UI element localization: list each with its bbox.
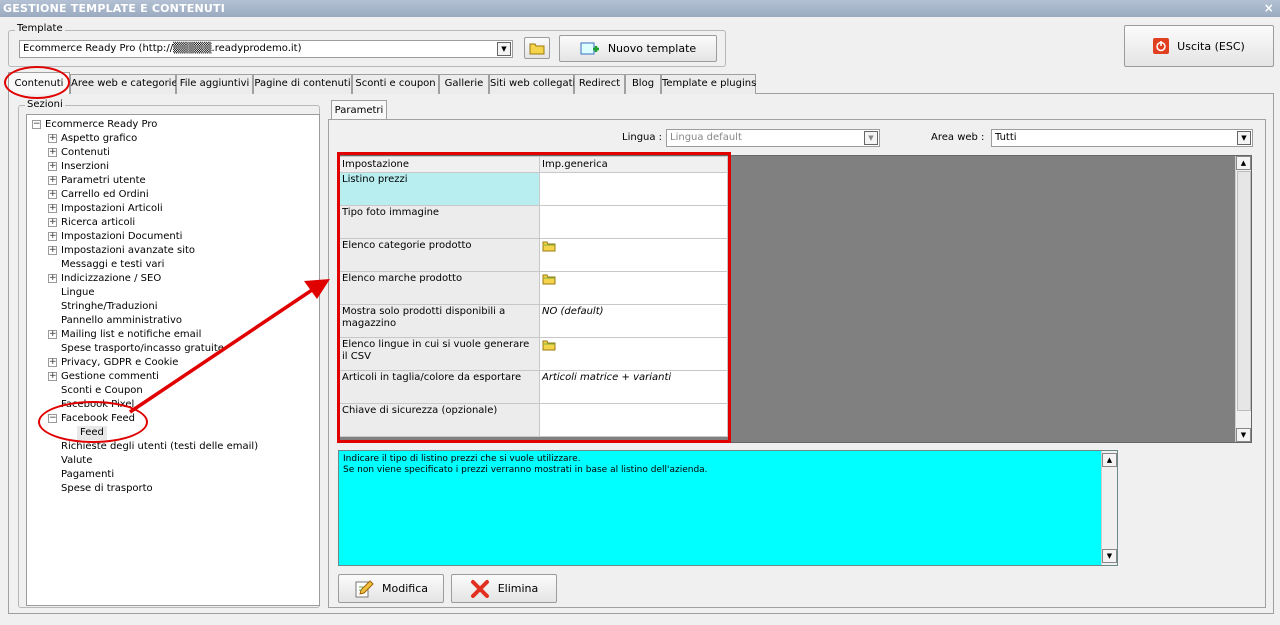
window-titlebar: GESTIONE TEMPLATE E CONTENUTI × [0, 0, 1280, 17]
expand-icon[interactable]: + [48, 190, 57, 199]
template-group-label: Template [15, 23, 65, 34]
delete-icon [470, 579, 489, 598]
tree-item[interactable]: Ecommerce Ready Pro [45, 118, 157, 132]
tab-aree-web[interactable]: Aree web e categorie [70, 74, 178, 94]
tree-item[interactable]: Impostazioni Articoli [61, 202, 163, 216]
expand-icon[interactable]: + [48, 204, 57, 213]
tree-item[interactable]: Valute [61, 454, 92, 468]
expand-icon[interactable]: + [48, 162, 57, 171]
tree-item[interactable]: Contenuti [61, 146, 110, 160]
description-line-1: Indicare il tipo di listino prezzi che s… [343, 454, 581, 464]
close-icon[interactable]: × [1264, 0, 1274, 17]
tree-item[interactable]: Inserzioni [61, 160, 109, 174]
tree-item[interactable]: Aspetto grafico [61, 132, 137, 146]
tree-item[interactable]: Mailing list e notifiche email [61, 328, 201, 342]
tree-item[interactable]: Privacy, GDPR e Cookie [61, 356, 178, 370]
scroll-up-icon[interactable]: ▲ [1236, 156, 1251, 170]
open-folder-button[interactable] [524, 37, 550, 59]
folder-icon [529, 43, 545, 54]
tree-item[interactable]: Messaggi e testi vari [61, 258, 164, 272]
area-web-label: Area web : [931, 132, 985, 143]
tree-item[interactable]: Pagamenti [61, 468, 114, 482]
collapse-icon[interactable]: − [32, 120, 41, 129]
expand-icon[interactable]: + [48, 274, 57, 283]
chevron-down-icon[interactable]: ▼ [864, 131, 878, 145]
window-title: GESTIONE TEMPLATE E CONTENUTI [3, 2, 226, 15]
tree-item[interactable]: Pannello amministrativo [61, 314, 182, 328]
tree-item[interactable]: Sconti e Coupon [61, 384, 143, 398]
tab-redirect[interactable]: Redirect [574, 74, 625, 94]
scroll-down-icon[interactable]: ▼ [1236, 428, 1251, 442]
tree-item[interactable]: Lingue [61, 286, 95, 300]
template-select[interactable]: Ecommerce Ready Pro (http://▒▒▒▒▒.readyp… [19, 40, 513, 58]
expand-icon[interactable]: + [48, 246, 57, 255]
description-box[interactable]: Indicare il tipo di listino prezzi che s… [338, 450, 1118, 566]
description-line-2: Se non viene specificato i prezzi verran… [343, 465, 708, 475]
tree-item[interactable]: Spese trasporto/incasso gratuite [61, 342, 224, 356]
sections-group-label: Sezioni [25, 99, 65, 110]
expand-icon[interactable]: + [48, 176, 57, 185]
expand-icon[interactable]: + [48, 232, 57, 241]
annotation-highlight-box [337, 152, 731, 443]
lingua-select-value: Lingua default [670, 132, 742, 143]
scroll-up-icon[interactable]: ▲ [1102, 453, 1117, 467]
tab-blog[interactable]: Blog [625, 74, 661, 94]
edit-icon [355, 579, 374, 597]
tab-gallerie[interactable]: Gallerie [439, 74, 489, 94]
modifica-label: Modifica [382, 582, 428, 595]
new-template-button[interactable]: Nuovo template [559, 35, 717, 62]
area-web-select-value: Tutti [995, 132, 1017, 143]
expand-icon[interactable]: + [48, 330, 57, 339]
tree-item[interactable]: Indicizzazione / SEO [61, 272, 161, 286]
tab-template-plugins[interactable]: Template e plugins [661, 74, 756, 94]
tab-siti-collegati[interactable]: Siti web collegati [489, 74, 575, 94]
lingua-label: Lingua : [622, 132, 663, 143]
annotation-circle-tab [4, 66, 70, 99]
power-icon [1153, 38, 1170, 54]
add-template-icon [580, 42, 599, 54]
chevron-down-icon[interactable]: ▼ [497, 42, 511, 56]
tree-item[interactable]: Carrello ed Ordini [61, 188, 149, 202]
tab-parametri[interactable]: Parametri [331, 100, 387, 120]
tree-item[interactable]: Impostazioni avanzate sito [61, 244, 195, 258]
tab-pagine-contenuti[interactable]: Pagine di contenuti [253, 74, 352, 94]
expand-icon[interactable]: + [48, 134, 57, 143]
chevron-down-icon[interactable]: ▼ [1237, 131, 1251, 145]
grid-scrollbar[interactable]: ▲ ▼ [1235, 156, 1251, 442]
tree-item[interactable]: Impostazioni Documenti [61, 230, 182, 244]
expand-icon[interactable]: + [48, 148, 57, 157]
tree-item[interactable]: Spese di trasporto [61, 482, 153, 496]
tab-file-aggiuntivi[interactable]: File aggiuntivi [176, 74, 253, 94]
area-web-select[interactable]: Tutti ▼ [991, 129, 1253, 147]
modifica-button[interactable]: Modifica [338, 574, 444, 603]
elimina-label: Elimina [497, 582, 539, 595]
scroll-thumb[interactable] [1237, 171, 1251, 411]
exit-button[interactable]: Uscita (ESC) [1124, 25, 1274, 67]
exit-label: Uscita (ESC) [1177, 39, 1245, 53]
expand-icon[interactable]: + [48, 372, 57, 381]
tree-item[interactable]: Ricerca articoli [61, 216, 135, 230]
annotation-circle-feed [38, 401, 148, 443]
expand-icon[interactable]: + [48, 358, 57, 367]
elimina-button[interactable]: Elimina [451, 574, 557, 603]
lingua-select[interactable]: Lingua default ▼ [666, 129, 880, 147]
scroll-down-icon[interactable]: ▼ [1102, 549, 1117, 563]
template-select-value: Ecommerce Ready Pro (http://▒▒▒▒▒.readyp… [23, 43, 302, 54]
tree-item[interactable]: Parametri utente [61, 174, 146, 188]
new-template-label: Nuovo template [607, 42, 697, 55]
expand-icon[interactable]: + [48, 218, 57, 227]
sections-tree[interactable]: − Ecommerce Ready Pro + Aspetto grafico + Con… [26, 114, 320, 606]
description-scrollbar[interactable]: ▲ ▼ [1101, 451, 1117, 565]
tab-sconti-coupon[interactable]: Sconti e coupon [352, 74, 439, 94]
tree-item[interactable]: Stringhe/Traduzioni [61, 300, 158, 314]
tree-item[interactable]: Gestione commenti [61, 370, 159, 384]
